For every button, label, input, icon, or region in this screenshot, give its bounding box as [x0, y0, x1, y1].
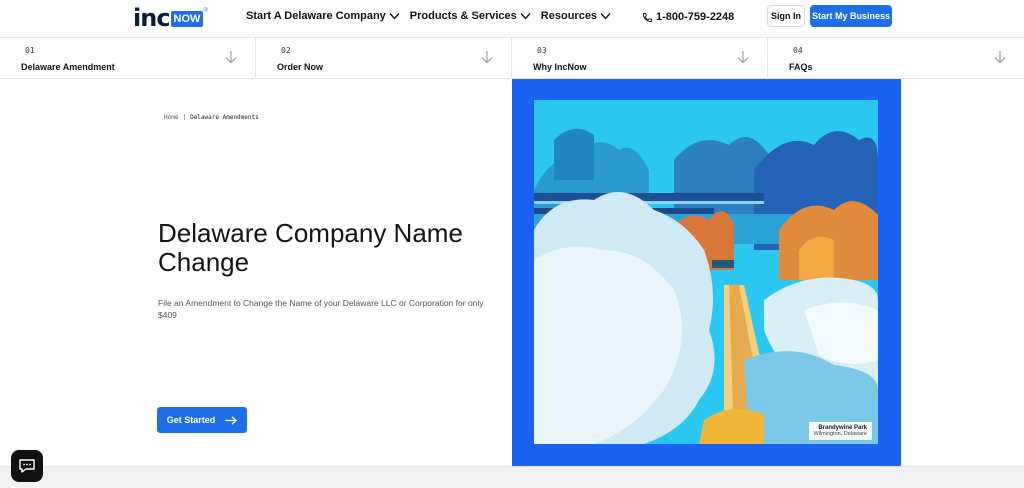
- nav-label: Resources: [540, 10, 598, 22]
- brandywine-park-illustration: Brandywine Park Wilmington, Delaware: [534, 100, 878, 444]
- step-number: 03: [537, 46, 547, 55]
- step-why-incnow[interactable]: 03 Why IncNow: [512, 38, 768, 78]
- phone-link[interactable]: 1-800-759-2248: [642, 11, 734, 23]
- main-nav: Start A Delaware Company Products & Serv…: [246, 10, 621, 22]
- incnow-logo[interactable]: inc NOW ®: [133, 4, 208, 30]
- arrow-down-icon: [481, 51, 493, 64]
- step-number: 02: [281, 46, 291, 55]
- step-delaware-amendment[interactable]: 01 Delaware Amendment: [0, 38, 256, 78]
- get-started-button[interactable]: Get Started: [157, 407, 247, 433]
- logo-registered-mark: ®: [203, 8, 208, 14]
- step-order-now[interactable]: 02 Order Now: [256, 38, 512, 78]
- site-header: inc NOW ® Start A Delaware Company Produ…: [0, 0, 1024, 37]
- chevron-down-icon: [389, 13, 400, 20]
- step-label: Delaware Amendment: [21, 62, 115, 72]
- hero-subtitle: File an Amendment to Change the Name of …: [158, 298, 484, 320]
- chat-widget-button[interactable]: [11, 450, 43, 482]
- start-my-business-button[interactable]: Start My Business: [810, 5, 892, 27]
- step-label: FAQs: [789, 62, 813, 72]
- logo-now-badge: NOW: [170, 11, 204, 27]
- page-title: Delaware Company Name Change: [158, 218, 463, 277]
- step-label: Order Now: [277, 62, 324, 72]
- step-number: 04: [793, 46, 803, 55]
- sign-in-button[interactable]: Sign In: [767, 5, 805, 27]
- step-faqs[interactable]: 04 FAQs: [768, 38, 1024, 78]
- chat-icon: [19, 459, 35, 473]
- arrow-right-icon: [225, 415, 238, 425]
- phone-number: 1-800-759-2248: [656, 11, 735, 23]
- arrow-down-icon: [737, 51, 749, 64]
- arrow-down-icon: [994, 51, 1006, 64]
- breadcrumb-separator: |: [182, 114, 187, 121]
- get-started-label: Get Started: [166, 415, 216, 425]
- nav-resources[interactable]: Resources: [541, 10, 611, 22]
- step-label: Why IncNow: [533, 62, 587, 72]
- chevron-down-icon: [520, 13, 531, 20]
- step-number: 01: [25, 46, 35, 55]
- nav-start-delaware-company[interactable]: Start A Delaware Company: [246, 10, 400, 22]
- park-illustration: [534, 100, 878, 444]
- hero-artwork-frame: Brandywine Park Wilmington, Delaware: [512, 79, 901, 466]
- breadcrumb-current: Delaware Amendments: [190, 114, 259, 121]
- phone-icon: [642, 12, 653, 22]
- logo-inc-text: inc: [133, 4, 171, 32]
- breadcrumb-home[interactable]: Home: [164, 114, 178, 121]
- next-section-edge: [0, 466, 1024, 488]
- chevron-down-icon: [600, 13, 611, 20]
- breadcrumb: Home | Delaware Amendments: [164, 114, 259, 121]
- caption-subtitle: Wilmington, Delaware: [813, 431, 868, 437]
- arrow-down-icon: [225, 51, 237, 64]
- nav-products-services[interactable]: Products & Services: [410, 10, 531, 22]
- nav-label: Products & Services: [409, 10, 517, 22]
- nav-label: Start A Delaware Company: [246, 10, 386, 22]
- artwork-caption: Brandywine Park Wilmington, Delaware: [808, 422, 872, 440]
- page-steps-nav: 01 Delaware Amendment 02 Order Now 03 Wh…: [0, 37, 1024, 79]
